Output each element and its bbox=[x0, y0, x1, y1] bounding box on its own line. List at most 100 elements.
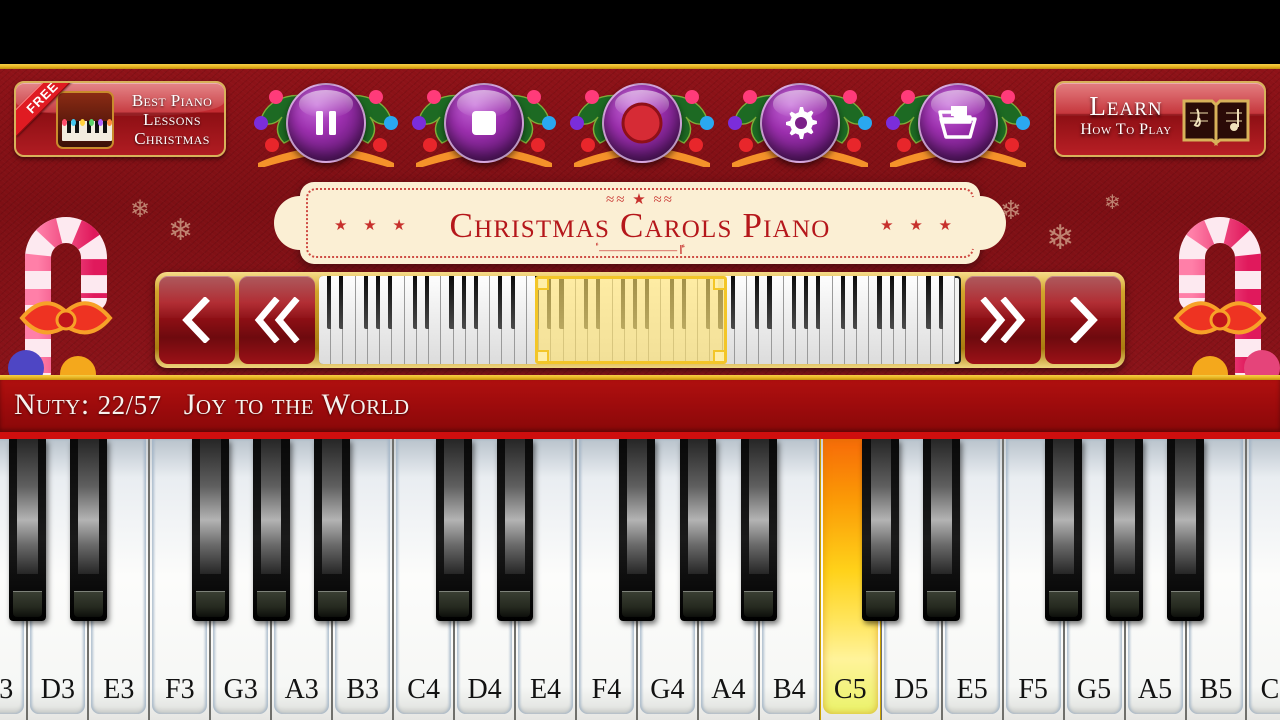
key-label: B3 bbox=[346, 674, 379, 705]
black-key-tip bbox=[439, 591, 469, 617]
stop-icon bbox=[446, 85, 522, 161]
key-label: B5 bbox=[1199, 674, 1233, 705]
piano-black-key[interactable] bbox=[679, 439, 717, 621]
black-key-tip bbox=[256, 591, 286, 617]
selection-handle-bottom-right[interactable] bbox=[712, 350, 726, 363]
folder-open-icon bbox=[920, 85, 996, 161]
black-key-face bbox=[200, 439, 221, 574]
piano-black-key[interactable] bbox=[923, 439, 960, 621]
piano-black-key[interactable] bbox=[862, 439, 900, 621]
piano-black-key[interactable] bbox=[70, 439, 107, 621]
black-key-face bbox=[17, 439, 38, 574]
key-label: A3 bbox=[284, 674, 319, 705]
top-letterbox bbox=[0, 0, 1280, 64]
mini-white-key bbox=[514, 276, 527, 364]
black-key-tip bbox=[317, 591, 347, 617]
black-key-tip bbox=[744, 591, 774, 617]
piano-thumbnail-icon bbox=[56, 91, 114, 149]
settings-button[interactable] bbox=[726, 79, 874, 167]
open-book-icon bbox=[1180, 95, 1252, 147]
mini-white-key bbox=[942, 276, 955, 364]
black-key-face bbox=[504, 439, 526, 574]
key-label: F4 bbox=[591, 674, 622, 705]
next-page-button[interactable] bbox=[965, 276, 1041, 364]
key-label: G3 bbox=[223, 674, 258, 705]
black-key-tip bbox=[195, 591, 225, 617]
key-label: A5 bbox=[1137, 674, 1173, 705]
selection-handle-top-left[interactable] bbox=[536, 277, 550, 290]
settings-orb[interactable] bbox=[760, 83, 840, 163]
mini-white-key bbox=[734, 276, 748, 364]
mini-keyboard-viewport-selection[interactable] bbox=[535, 276, 727, 364]
navigation-strip bbox=[155, 272, 1125, 368]
best-piano-lessons-promo-button[interactable]: Best Piano Lessons Christmas FREE bbox=[14, 81, 226, 157]
key-label: E3 bbox=[103, 674, 135, 705]
thumbnail-lights bbox=[60, 119, 112, 129]
learn-label: Learn How To Play bbox=[1066, 93, 1186, 140]
record-orb[interactable] bbox=[602, 83, 682, 163]
plaque-bottom-ornament: ٵ——————ٴ bbox=[595, 242, 685, 257]
open-file-button[interactable] bbox=[884, 79, 1032, 167]
key-label: E4 bbox=[529, 674, 562, 705]
black-key-tip bbox=[1170, 591, 1201, 617]
mini-white-key bbox=[771, 276, 784, 364]
stop-button[interactable] bbox=[410, 79, 558, 167]
chevron-double-left-icon bbox=[254, 297, 300, 343]
key-label: C5 bbox=[833, 674, 867, 705]
black-key-face bbox=[748, 439, 770, 574]
next-button[interactable] bbox=[1045, 276, 1121, 364]
key-label: G4 bbox=[650, 674, 685, 705]
piano-black-key[interactable] bbox=[192, 439, 229, 621]
status-counter: 22/57 bbox=[97, 390, 162, 420]
piano-keyboard[interactable]: C3 D3 E3 F3 G3 A3 B3 C4 D4 E4 F4 G4 A4 B4 C5 D5 E5 F5 G5 A5… bbox=[0, 439, 1280, 720]
piano-black-key[interactable] bbox=[313, 439, 351, 621]
selection-handle-top-right[interactable] bbox=[712, 277, 726, 290]
selection-handle-bottom-left[interactable] bbox=[536, 350, 550, 363]
key-label: F3 bbox=[165, 674, 195, 705]
stop-orb[interactable] bbox=[444, 83, 524, 163]
piano-black-key[interactable] bbox=[740, 439, 778, 621]
piano-black-key[interactable] bbox=[496, 439, 534, 621]
key-label: F5 bbox=[1018, 674, 1048, 705]
black-key-face bbox=[260, 439, 282, 574]
black-key-face bbox=[321, 439, 343, 574]
pause-icon bbox=[288, 85, 364, 161]
candy-cane-right-decoration bbox=[1130, 178, 1280, 392]
key-label: C3 bbox=[0, 674, 14, 705]
mini-keyboard-overview[interactable] bbox=[319, 276, 961, 364]
piano-black-key[interactable] bbox=[1045, 439, 1082, 621]
previous-button[interactable] bbox=[159, 276, 235, 364]
chevron-double-right-icon bbox=[980, 297, 1026, 343]
previous-page-button[interactable] bbox=[239, 276, 315, 364]
open-file-orb[interactable] bbox=[918, 83, 998, 163]
mini-white-key bbox=[343, 276, 356, 364]
gear-icon bbox=[762, 85, 838, 161]
piano-black-key[interactable] bbox=[9, 439, 46, 621]
learn-how-to-play-button[interactable]: Learn How To Play bbox=[1054, 81, 1266, 157]
promo-line-2: Lessons bbox=[143, 110, 201, 129]
piano-black-key[interactable] bbox=[1167, 439, 1204, 621]
app-root: ❄ ❄ ❄ ❄ ❄ Best Piano Lessons Christmas F… bbox=[0, 0, 1280, 720]
pause-orb[interactable] bbox=[286, 83, 366, 163]
learn-line-2: How To Play bbox=[1080, 121, 1172, 138]
mini-white-key bbox=[392, 276, 405, 364]
mini-white-key bbox=[478, 276, 491, 364]
status-bar: Nuty: 22/57 Joy to the World bbox=[0, 380, 1280, 432]
piano-black-key[interactable] bbox=[252, 439, 290, 621]
black-key-tip bbox=[927, 591, 957, 617]
piano-white-key[interactable]: C6 bbox=[1246, 439, 1280, 720]
status-song-title: Joy to the World bbox=[183, 388, 410, 421]
black-key-face bbox=[870, 439, 891, 574]
promo-line-1: Best Piano bbox=[131, 91, 213, 110]
piano-black-key[interactable] bbox=[1106, 439, 1143, 621]
key-label: C4 bbox=[407, 674, 440, 705]
candy-cane-left-decoration bbox=[8, 178, 148, 392]
key-label: D3 bbox=[40, 674, 75, 705]
record-button[interactable] bbox=[568, 79, 716, 167]
piano-black-key[interactable] bbox=[618, 439, 656, 621]
black-key-face bbox=[1114, 439, 1135, 574]
black-key-tip bbox=[622, 591, 652, 617]
piano-black-key[interactable] bbox=[435, 439, 473, 621]
pause-button[interactable] bbox=[252, 79, 400, 167]
black-key-tip bbox=[12, 591, 43, 617]
